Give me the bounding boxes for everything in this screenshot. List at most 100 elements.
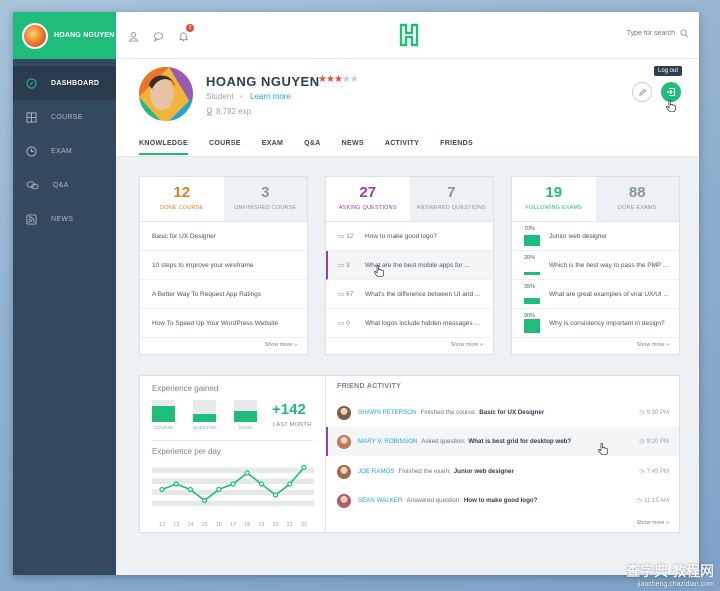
- chevron-down-icon: »: [479, 342, 483, 348]
- logout-icon: [667, 87, 676, 97]
- experience-panel: Experience gained COURSE QUESTION EXAM +…: [140, 376, 326, 532]
- show-more-link[interactable]: Show more »: [265, 342, 297, 348]
- data-point[interactable]: [287, 481, 293, 487]
- search-input[interactable]: [615, 30, 675, 37]
- data-point[interactable]: [201, 497, 208, 504]
- tab-activity[interactable]: ACTIVITY: [385, 140, 419, 155]
- x-tick-label: 20: [273, 522, 279, 528]
- data-point[interactable]: [216, 486, 222, 493]
- profile-exp: 8,782 exp: [206, 107, 251, 116]
- tab-exam[interactable]: EXAM: [262, 140, 283, 155]
- x-tick-label: 18: [244, 522, 250, 528]
- activity-row[interactable]: SEAN WALKER Answered question: How to make…: [326, 486, 679, 515]
- notification-badge: 2: [186, 24, 194, 32]
- notification-bell-icon[interactable]: 2: [178, 24, 194, 47]
- sidebar-item-exam[interactable]: EXAM: [13, 134, 116, 168]
- progress-bar: [524, 298, 540, 304]
- avatar: [337, 434, 351, 449]
- sidebar-item-label: NEWS: [51, 215, 74, 223]
- show-more-link[interactable]: Show more »: [637, 342, 669, 348]
- watermark: 查字典 教程网 jiaocheng.chazidian.com: [626, 561, 714, 588]
- activity-subject[interactable]: Junior web designer: [454, 468, 514, 475]
- friend-name[interactable]: JOE RAMOS: [358, 468, 394, 475]
- unfinished-course-stat[interactable]: 3 UNFINISHED COURSE: [223, 177, 307, 221]
- list-item[interactable]: How To Speed Up Your WordPress Website: [140, 309, 307, 338]
- x-tick-label: 17: [230, 522, 236, 528]
- asking-questions-stat[interactable]: 27 ASKING QUESTIONS: [326, 177, 410, 221]
- activity-action: Answered question:: [406, 497, 461, 504]
- activity-subject[interactable]: How to make good logo?: [464, 497, 538, 504]
- data-point[interactable]: [244, 470, 250, 476]
- list-item[interactable]: 90% Why is consistency important in desig…: [512, 309, 679, 338]
- activity-subject[interactable]: What is best grid for desktop web?: [468, 438, 571, 445]
- sidebar-item-course[interactable]: COURSE: [13, 100, 116, 134]
- watermark-url: jiaocheng.chazidian.com: [637, 581, 714, 588]
- data-point[interactable]: [230, 481, 236, 487]
- progress-bar: [524, 318, 540, 333]
- stat-label: DONE COURSE: [160, 205, 204, 211]
- user-icon[interactable]: [128, 29, 139, 47]
- logout-button[interactable]: [661, 82, 681, 102]
- data-point[interactable]: [187, 486, 194, 493]
- data-point[interactable]: [173, 481, 179, 487]
- data-point[interactable]: [301, 464, 307, 471]
- following-exams-stat[interactable]: 19 FOLLOWING EXAMS: [512, 177, 596, 221]
- tab-news[interactable]: NEWS: [342, 140, 364, 155]
- progress-percent: 35%: [524, 284, 536, 290]
- done-course-stat[interactable]: 12 DONE COURSE: [140, 177, 224, 221]
- comment-icon: ▭: [338, 233, 345, 240]
- avatar: [337, 493, 351, 508]
- edit-button[interactable]: [632, 82, 652, 102]
- learn-more-link[interactable]: Learn more: [250, 92, 291, 101]
- course-stats: 12 DONE COURSE 3 UNFINISHED COURSE: [140, 177, 307, 222]
- show-more-link[interactable]: Show more »: [637, 520, 669, 526]
- activity-subject[interactable]: Basic for UX Designer: [479, 409, 544, 416]
- activity-row[interactable]: SHAWN PETERSON Finished the course: Basic …: [326, 398, 679, 427]
- tab-friends[interactable]: FRIENDS: [440, 140, 473, 155]
- activity-row[interactable]: JOE RAMOS Finished the exam: Junior web de…: [326, 457, 679, 486]
- list-item[interactable]: A Better Way To Request App Ratings: [140, 280, 307, 309]
- sidebar-item-qa[interactable]: Q&A: [13, 168, 116, 202]
- tab-course[interactable]: COURSE: [209, 140, 241, 155]
- activity-row[interactable]: MARY V. ROBINSON Asked question: What is b…: [326, 427, 679, 456]
- tab-qa[interactable]: Q&A: [304, 140, 320, 155]
- list-item[interactable]: 20% Which is the best way to pass the PMP…: [512, 251, 679, 280]
- star-icon: ★: [333, 74, 343, 85]
- data-point[interactable]: [159, 486, 165, 493]
- list-item[interactable]: ▭ 3 What are the best mobile apps for ...: [326, 251, 493, 280]
- experience-line-chart: 12 13 14 15 16 17 18 19 20 21 22: [152, 464, 314, 528]
- friend-name[interactable]: SEAN WALKER: [358, 497, 402, 504]
- list-item[interactable]: 70% Junior web designer: [512, 222, 679, 251]
- avatar: [337, 405, 351, 420]
- done-exams-stat[interactable]: 88 DONE EXAMS: [595, 177, 679, 221]
- sidebar-item-news[interactable]: NEWS: [13, 202, 116, 236]
- course-card: 12 DONE COURSE 3 UNFINISHED COURSE Basic…: [139, 176, 308, 355]
- data-point[interactable]: [258, 481, 265, 487]
- time-value: 11:15 AM: [644, 497, 669, 504]
- stat-number: 7: [447, 184, 456, 201]
- data-point[interactable]: [273, 492, 279, 498]
- list-item[interactable]: 10 steps to improve your wireframe: [140, 251, 307, 280]
- sidebar-user[interactable]: HOANG NGUYEN: [13, 12, 116, 59]
- list-item[interactable]: 35% What are great examples of viral UX/U…: [512, 280, 679, 309]
- experience-bar-question: [193, 400, 216, 422]
- list-item[interactable]: ▭ 67 What's the difference between UI and …: [326, 280, 493, 309]
- rating-stars: ★★★★★: [318, 74, 359, 85]
- sidebar-item-dashboard[interactable]: DASHBOARD: [13, 66, 116, 100]
- message-icon[interactable]: [153, 29, 164, 47]
- grid-band: [152, 489, 314, 495]
- list-item[interactable]: ▭ 0 What logos include hidden messages ...: [326, 309, 493, 338]
- friend-name[interactable]: MARY V. ROBINSON: [358, 438, 417, 445]
- show-more-link[interactable]: Show more »: [451, 342, 483, 348]
- compass-icon: [26, 77, 37, 89]
- tab-knowledge[interactable]: KNOWLEDGE: [139, 140, 188, 155]
- answered-questions-stat[interactable]: 7 ANSWERED QUESTIONS: [409, 177, 493, 221]
- search-icon[interactable]: [680, 29, 689, 38]
- friend-name[interactable]: SHAWN PETERSON: [358, 409, 417, 416]
- avatar: [337, 464, 351, 479]
- comment-icon: ▭: [338, 320, 345, 327]
- list-item[interactable]: Basic for UX Designer: [140, 222, 307, 251]
- logo-icon[interactable]: [398, 23, 420, 52]
- exams-stats: 19 FOLLOWING EXAMS 88 DONE EXAMS: [512, 177, 679, 222]
- list-item[interactable]: ▭ 12 How to make good logo?: [326, 222, 493, 251]
